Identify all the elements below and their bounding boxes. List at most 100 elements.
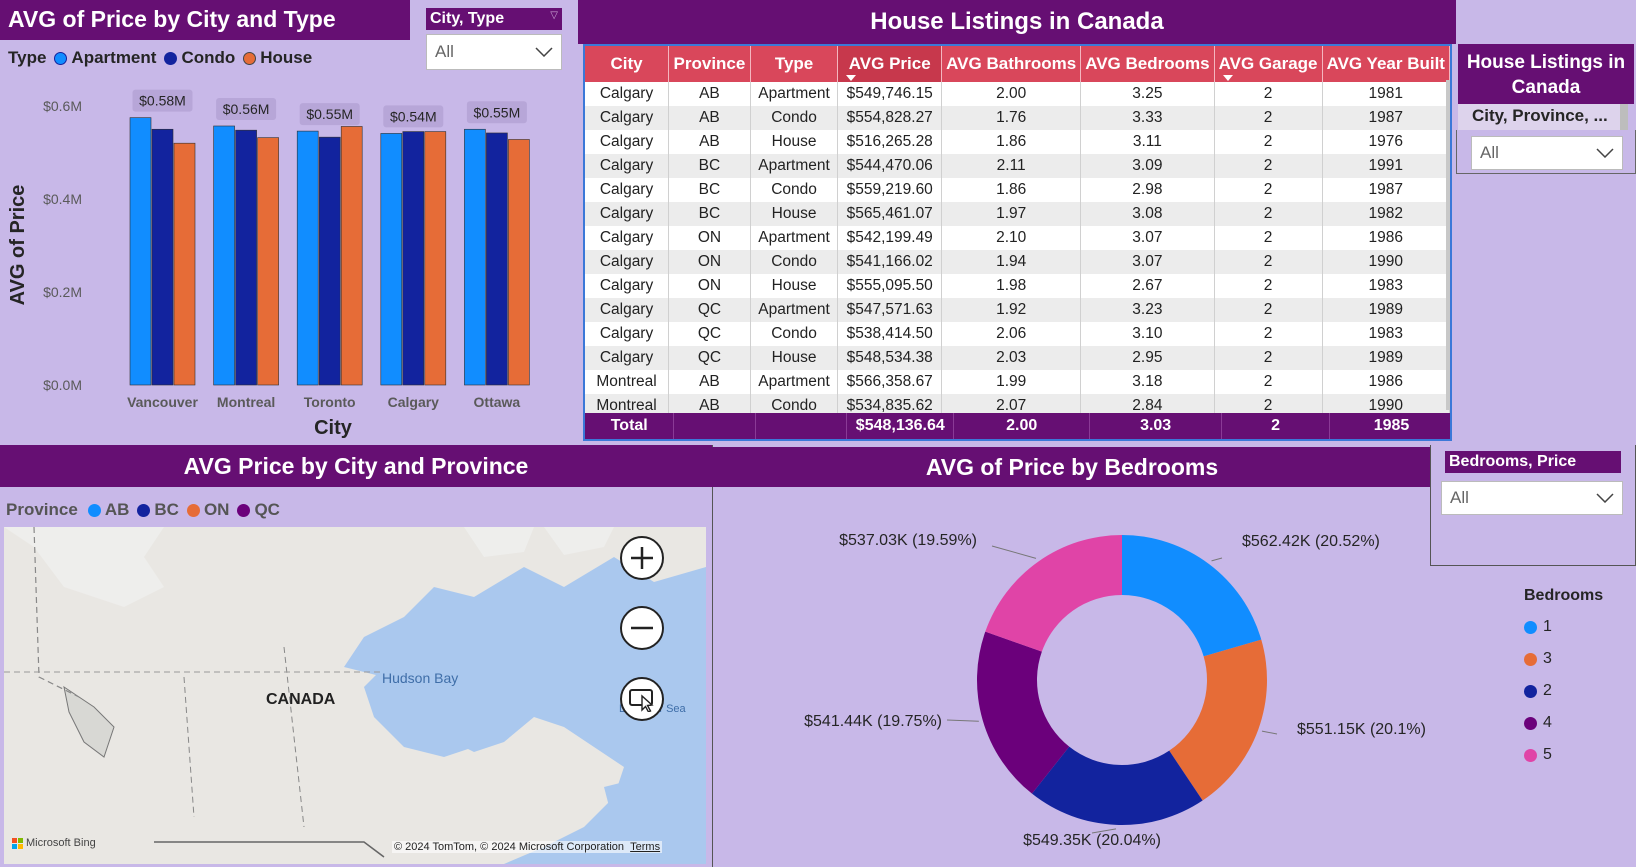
map-label-bay: Hudson Bay bbox=[382, 670, 459, 686]
legend-title: Province bbox=[6, 500, 78, 519]
legend-item-on[interactable]: ON bbox=[204, 500, 230, 520]
table-cell: Apartment bbox=[750, 226, 839, 250]
column-header-province[interactable]: Province bbox=[668, 46, 751, 82]
bar-house[interactable] bbox=[257, 137, 279, 386]
table-row[interactable]: Calgary BC Apartment $544,470.06 2.11 3.09 2 19… bbox=[585, 154, 1450, 178]
table-row[interactable]: Calgary QC Apartment $547,571.63 1.92 3.23 2 19… bbox=[585, 298, 1450, 322]
bedrooms-dropdown[interactable]: All bbox=[1441, 481, 1623, 515]
legend-dot-icon bbox=[237, 503, 251, 517]
bar-condo[interactable] bbox=[486, 132, 508, 386]
table-row[interactable]: Calgary ON Apartment $542,199.49 2.10 3.07 2 19… bbox=[585, 226, 1450, 250]
bar-condo[interactable] bbox=[235, 129, 257, 386]
bar-apartment[interactable] bbox=[129, 117, 152, 386]
donut-title: AVG of Price by Bedrooms bbox=[712, 447, 1432, 487]
bar-house[interactable] bbox=[424, 131, 447, 386]
chevron-down-icon bbox=[1596, 493, 1614, 503]
terms-link[interactable]: Terms bbox=[630, 841, 660, 853]
total-cell: 2 bbox=[1221, 413, 1331, 439]
legend-dot-icon bbox=[1524, 748, 1537, 762]
table-row[interactable]: Calgary QC Condo $538,414.50 2.06 3.10 2 1983 bbox=[585, 322, 1450, 346]
table-cell: 1983 bbox=[1322, 274, 1450, 298]
donut-slice-bedrooms-1[interactable] bbox=[1122, 535, 1262, 657]
y-tick-label: $0.4M bbox=[43, 191, 82, 207]
legend-dot-icon bbox=[87, 503, 101, 517]
table-cell: 3.18 bbox=[1080, 370, 1215, 394]
legend-item-bedrooms-3[interactable]: 3 bbox=[1524, 643, 1634, 675]
column-header-city[interactable]: City bbox=[585, 46, 670, 82]
selection-tool-button[interactable] bbox=[620, 677, 664, 721]
table-cell: House bbox=[750, 274, 839, 298]
table-cell: AB bbox=[668, 370, 751, 394]
y-tick-label: $0.6M bbox=[43, 98, 82, 114]
legend-item-ab[interactable]: AB bbox=[105, 500, 130, 520]
bar-house[interactable] bbox=[340, 126, 363, 386]
legend-item-bedrooms-1[interactable]: 1 bbox=[1524, 611, 1634, 643]
right-slicer-container: All bbox=[1456, 130, 1636, 174]
legend-label: 4 bbox=[1543, 714, 1552, 731]
table-cell: $538,414.50 bbox=[837, 322, 943, 346]
table-cell: 2 bbox=[1214, 178, 1323, 202]
table-cell: 3.33 bbox=[1080, 106, 1215, 130]
total-cell bbox=[673, 413, 757, 439]
column-header-type[interactable]: Type bbox=[750, 46, 839, 82]
select-cursor-icon bbox=[629, 689, 654, 712]
table-cell: Calgary bbox=[585, 106, 670, 130]
table-row[interactable]: Calgary ON House $555,095.50 1.98 2.67 2 1983 bbox=[585, 274, 1450, 298]
bar-condo[interactable] bbox=[151, 128, 174, 386]
bar-apartment[interactable] bbox=[213, 125, 235, 386]
table-row[interactable]: Calgary AB Condo $554,828.27 1.76 3.33 2 1987 bbox=[585, 106, 1450, 130]
right-slicer-dropdown[interactable]: All bbox=[1471, 136, 1623, 170]
bar-condo[interactable] bbox=[318, 136, 341, 386]
table-row[interactable]: Calgary BC House $565,461.07 1.97 3.08 2 1982 bbox=[585, 202, 1450, 226]
legend-item-bedrooms-5[interactable]: 5 bbox=[1524, 739, 1634, 771]
table-cell: 1989 bbox=[1322, 346, 1450, 370]
column-header-avg-garage[interactable]: AVG Garage bbox=[1214, 46, 1323, 82]
legend-item-apartment[interactable]: Apartment bbox=[71, 48, 156, 68]
column-header-avg-bathrooms[interactable]: AVG Bathrooms bbox=[941, 46, 1082, 82]
legend-dot-icon bbox=[54, 51, 68, 65]
zoom-in-button[interactable] bbox=[620, 536, 664, 580]
table-cell: 2 bbox=[1214, 274, 1323, 298]
donut-slice-bedrooms-5[interactable] bbox=[985, 535, 1122, 652]
column-header-avg-bedrooms[interactable]: AVG Bedrooms bbox=[1080, 46, 1215, 82]
legend-label: 5 bbox=[1543, 746, 1552, 763]
bar-house[interactable] bbox=[173, 142, 196, 386]
column-header-avg-year-built[interactable]: AVG Year Built bbox=[1322, 46, 1450, 82]
table-cell: 3.23 bbox=[1080, 298, 1215, 322]
table-cell: ON bbox=[668, 274, 751, 298]
right-slicer-scrollbar[interactable] bbox=[1620, 104, 1628, 130]
table-row[interactable]: Calgary AB House $516,265.28 1.86 3.11 2 1976 bbox=[585, 130, 1450, 154]
legend-item-bedrooms-4[interactable]: 4 bbox=[1524, 707, 1634, 739]
zoom-out-button[interactable] bbox=[620, 606, 664, 650]
legend-dot-icon bbox=[164, 51, 178, 65]
table-scrollbar[interactable] bbox=[1446, 80, 1450, 410]
bar-house[interactable] bbox=[508, 139, 530, 386]
attribution-text: © 2024 TomTom, © 2024 Microsoft Corporat… bbox=[394, 841, 625, 853]
legend-item-bc[interactable]: BC bbox=[154, 500, 179, 520]
legend-item-qc[interactable]: QC bbox=[254, 500, 280, 520]
donut-data-label: $549.35K (20.04%) bbox=[1023, 832, 1161, 849]
table-row[interactable]: Calgary BC Condo $559,219.60 1.86 2.98 2 1987 bbox=[585, 178, 1450, 202]
bar-chart-legend: Type Apartment Condo House bbox=[8, 48, 312, 68]
bar-apartment[interactable] bbox=[380, 133, 403, 386]
table-row[interactable]: Montreal AB Apartment $566,358.67 1.99 3.18 2 1… bbox=[585, 370, 1450, 394]
bar-apartment[interactable] bbox=[464, 128, 486, 386]
table-cell: 1987 bbox=[1322, 178, 1450, 202]
legend-item-house[interactable]: House bbox=[260, 48, 312, 68]
bar-apartment[interactable] bbox=[296, 130, 319, 386]
table-row[interactable]: Calgary AB Apartment $549,746.15 2.00 3.25 2 19… bbox=[585, 82, 1450, 106]
column-header-avg-price[interactable]: AVG Price bbox=[837, 46, 943, 82]
legend-item-condo[interactable]: Condo bbox=[181, 48, 235, 68]
map-canvas[interactable]: CANADA Hudson Bay Labrador Sea Microsoft… bbox=[4, 527, 706, 864]
legend-item-bedrooms-2[interactable]: 2 bbox=[1524, 675, 1634, 707]
table-row[interactable]: Calgary ON Condo $541,166.02 1.94 3.07 2 1990 bbox=[585, 250, 1450, 274]
table-cell: Calgary bbox=[585, 202, 670, 226]
bar-condo[interactable] bbox=[402, 131, 425, 386]
table-cell: Calgary bbox=[585, 322, 670, 346]
table-cell: QC bbox=[668, 346, 751, 370]
city-type-dropdown[interactable]: All bbox=[426, 34, 562, 70]
table-row[interactable]: Calgary QC House $548,534.38 2.03 2.95 2 1989 bbox=[585, 346, 1450, 370]
table-cell: 3.08 bbox=[1080, 202, 1215, 226]
table-header-row: City Province Type AVG Price AVG Bathrooms AV… bbox=[585, 46, 1450, 82]
table-cell: $554,828.27 bbox=[837, 106, 943, 130]
